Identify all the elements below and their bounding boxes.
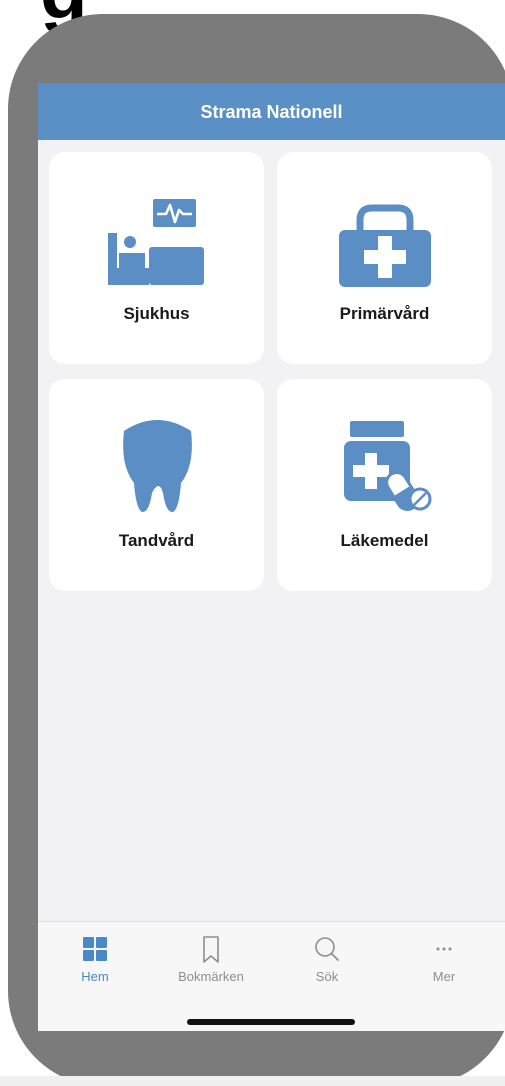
more-icon xyxy=(436,947,452,951)
tab-bokmarken[interactable]: Bokmärken xyxy=(166,922,256,992)
page-bottom-strip xyxy=(0,1076,505,1086)
tab-label: Hem xyxy=(81,969,109,984)
page-title: Strama Nationell xyxy=(200,102,343,122)
category-card-sjukhus[interactable]: Sjukhus xyxy=(49,152,264,364)
tab-mer[interactable]: Mer xyxy=(399,922,489,992)
tab-sok[interactable]: Sök xyxy=(282,922,372,992)
medicine-bottle-icon xyxy=(344,421,432,511)
tab-label: Sök xyxy=(315,969,339,984)
search-icon xyxy=(315,937,339,961)
category-label: Sjukhus xyxy=(123,304,190,323)
category-label: Primärvård xyxy=(339,304,430,323)
category-card-primarvard[interactable]: Primärvård xyxy=(277,152,492,364)
bookmark-icon xyxy=(203,936,219,963)
grid-icon xyxy=(83,937,107,961)
navigation-bar: Strama Nationell xyxy=(38,83,505,140)
tab-bar: Hem Bokmärken Sök Mer xyxy=(38,921,505,1031)
tab-hem[interactable]: Hem xyxy=(50,922,140,992)
hospital-bed-icon xyxy=(108,199,204,285)
category-label: Tandvård xyxy=(118,531,195,550)
medical-kit-icon xyxy=(339,204,431,287)
category-label: Läkemedel xyxy=(340,531,429,550)
tab-label: Bokmärken xyxy=(178,969,244,984)
category-card-lakemedel[interactable]: Läkemedel xyxy=(277,379,492,591)
tab-label: Mer xyxy=(432,969,456,984)
app-screen: Strama Nationell Sjukhus Primärvård Tand… xyxy=(38,83,505,1031)
tooth-icon xyxy=(123,420,192,513)
phone-frame: Strama Nationell Sjukhus Primärvård Tand… xyxy=(8,14,505,1086)
category-card-tandvard[interactable]: Tandvård xyxy=(49,379,264,591)
home-indicator[interactable] xyxy=(187,1019,355,1025)
